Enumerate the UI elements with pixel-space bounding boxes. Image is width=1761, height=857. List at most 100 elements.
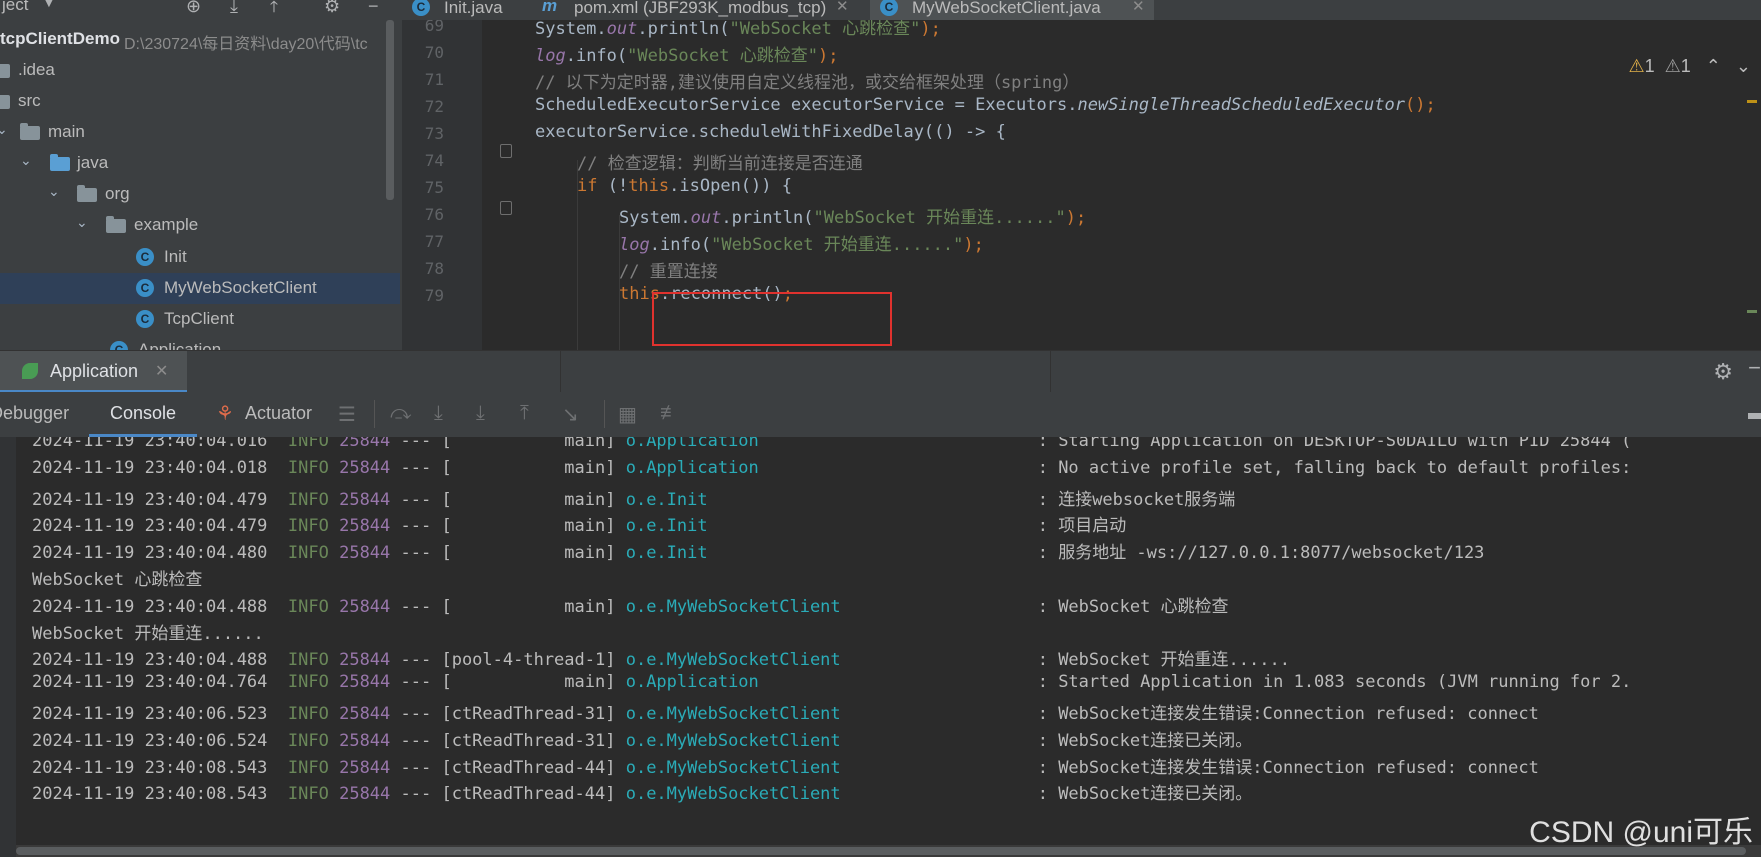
fold-marker-icon[interactable] [500, 201, 512, 215]
evaluate-icon[interactable]: ▦ [618, 402, 637, 427]
log-logger: o.Application [625, 437, 759, 451]
horizontal-scrollbar[interactable] [16, 845, 1761, 857]
code-line-70: log.info("WebSocket 心跳检查"); [535, 46, 839, 66]
step-out-icon[interactable]: ⤒ [520, 402, 529, 425]
project-scrollbar[interactable] [386, 20, 394, 200]
log-separator: --- [390, 757, 442, 778]
log-separator: --- [390, 516, 442, 537]
log-separator: --- [390, 672, 442, 693]
tree-item-label: src [18, 91, 41, 110]
log-pid: 25844 [339, 650, 391, 671]
layout-icon[interactable]: ▬ [1748, 402, 1761, 425]
log-timestamp: 2024-11-19 23:40:08.543 [32, 784, 268, 805]
trace-icon[interactable]: ≢ [660, 402, 680, 425]
tab-label: Init.java [444, 0, 503, 17]
tab-pom-xml[interactable]: m pom.xml (JBF293K_modbus_tcp) ✕ [542, 0, 852, 20]
log-thread: [ctReadThread-44] [441, 757, 616, 778]
log-line: 2024-11-19 23:40:08.543 INFO 25844 --- [… [32, 753, 1539, 783]
log-message: : WebSocket连接已关闭。 [1037, 784, 1253, 805]
close-icon[interactable]: ✕ [155, 361, 168, 381]
log-line: 2024-11-19 23:40:04.480 INFO 25844 --- [… [32, 538, 1484, 568]
tree-item-label: TcpClient [164, 309, 234, 328]
log-line: 2024-11-19 23:40:04.018 INFO 25844 --- [… [32, 458, 1631, 488]
console-output[interactable]: 2024-11-19 23:40:04.016 INFO 25844 --- [… [0, 437, 1761, 857]
gear-icon[interactable]: ⚙ [1713, 359, 1733, 385]
tree-item-label: org [105, 184, 130, 203]
line-number: 77 [424, 232, 444, 251]
tree-item-java[interactable]: ⌄ java [0, 148, 400, 179]
log-thread: [ main] [441, 437, 616, 451]
chevron-down-icon[interactable]: ▼ [41, 0, 57, 12]
chevron-down-icon[interactable]: ⌄ [76, 214, 88, 231]
minimize-icon[interactable]: − [1748, 355, 1761, 381]
line-number: 71 [424, 70, 444, 89]
log-message: : No active profile set, falling back to… [1037, 457, 1632, 478]
tab-init-java[interactable]: C Init.java [412, 0, 518, 20]
tree-root-project[interactable]: tcpClientDemo D:\230724\每日资料\day20\代码\tc [0, 24, 400, 55]
collapse-all-icon[interactable]: ⤒ [270, 0, 278, 17]
tree-item-org[interactable]: ⌄ org [0, 179, 400, 210]
error-stripe-mark[interactable] [1747, 310, 1757, 313]
scrollbar-thumb[interactable] [16, 847, 1746, 855]
tree-item-main[interactable]: ⌄ main [0, 117, 400, 148]
step-into-icon[interactable]: ⤓ [434, 402, 443, 425]
log-plain-text: WebSocket 心跳检查 [32, 570, 203, 590]
tab-mywebsocketclient-java[interactable]: C MyWebSocketClient.java ✕ [870, 0, 1154, 20]
run-tab-application[interactable]: Application ✕ [0, 351, 187, 393]
class-icon: C [136, 248, 154, 266]
step-over-icon[interactable]: ⤼ [390, 402, 411, 425]
chevron-up-icon[interactable]: ⌃ [1706, 56, 1721, 76]
error-stripe-mark[interactable] [1747, 100, 1757, 103]
log-level: INFO [287, 704, 329, 724]
log-line: 2024-11-19 23:40:04.488 INFO 25844 --- [… [32, 592, 1229, 622]
line-number: 76 [424, 205, 444, 224]
layout-icon[interactable]: ☰ [338, 402, 356, 427]
log-level: INFO [287, 437, 329, 451]
log-logger: o.Application [625, 672, 759, 693]
close-icon[interactable]: ✕ [836, 0, 849, 15]
chevron-down-icon[interactable]: ⌄ [0, 121, 8, 138]
inspection-widget[interactable]: ⚠1 ⚠1 ⌃ ⌄ [1628, 56, 1751, 77]
expand-all-icon[interactable]: ⤓ [230, 0, 238, 17]
tree-item-example[interactable]: ⌄ example [0, 210, 400, 241]
log-line: 2024-11-19 23:40:04.764 INFO 25844 --- [… [32, 672, 1631, 702]
tree-item-init[interactable]: C Init [0, 242, 400, 273]
minimize-icon[interactable]: − [368, 0, 379, 17]
force-step-into-icon[interactable]: ⤓ [476, 402, 485, 425]
tree-item-tcpclient[interactable]: C TcpClient [0, 304, 400, 335]
code-line-75: if (!this.isOpen()) { [577, 176, 792, 196]
line-number: 78 [424, 259, 444, 278]
add-icon[interactable]: ⊕ [186, 0, 201, 17]
log-line: 2024-11-19 23:40:06.523 INFO 25844 --- [… [32, 699, 1539, 729]
source-folder-icon [50, 154, 70, 171]
chevron-down-icon[interactable]: ⌄ [20, 152, 32, 169]
warning-count: 1 [1644, 56, 1655, 76]
tree-item-mywebsocketclient[interactable]: C MyWebSocketClient [0, 273, 400, 304]
divider [560, 351, 561, 393]
close-icon[interactable]: ✕ [1132, 0, 1145, 15]
project-toolbar: ject ▼ ⊕ ⤓ ⤒ ⚙ − [0, 0, 402, 20]
log-message: : Started Application in 1.083 seconds (… [1037, 672, 1632, 693]
run-to-cursor-icon[interactable]: ↘ [562, 402, 579, 427]
tab-console[interactable]: Console [89, 392, 197, 437]
tab-debugger[interactable]: Debugger [0, 403, 69, 424]
code-line-78: // 重置连接 [619, 262, 718, 282]
tab-actuator[interactable]: Actuator [245, 403, 312, 424]
tab-label: MyWebSocketClient.java [912, 0, 1101, 17]
line-number: 79 [424, 286, 444, 305]
log-pid: 25844 [339, 730, 391, 751]
divider [1050, 351, 1051, 393]
log-level: INFO [287, 516, 329, 537]
log-separator: --- [390, 457, 442, 478]
tree-item-src[interactable]: src [0, 86, 400, 117]
chevron-down-icon[interactable]: ⌄ [48, 183, 60, 200]
log-plain-text: WebSocket 开始重连...... [32, 623, 264, 644]
gear-icon[interactable]: ⚙ [324, 0, 340, 17]
log-level: INFO [287, 596, 329, 617]
chevron-down-icon[interactable]: ⌄ [1736, 56, 1751, 76]
tree-item-application[interactable]: C Application [0, 335, 400, 350]
tree-item-idea[interactable]: .idea [0, 55, 400, 86]
fold-marker-icon[interactable] [500, 144, 512, 158]
code-editor[interactable]: 69 70 71 72 73 74 75 76 77 78 79 System.out.printl… [402, 20, 1761, 350]
log-message: : WebSocket连接已关闭。 [1037, 730, 1253, 751]
